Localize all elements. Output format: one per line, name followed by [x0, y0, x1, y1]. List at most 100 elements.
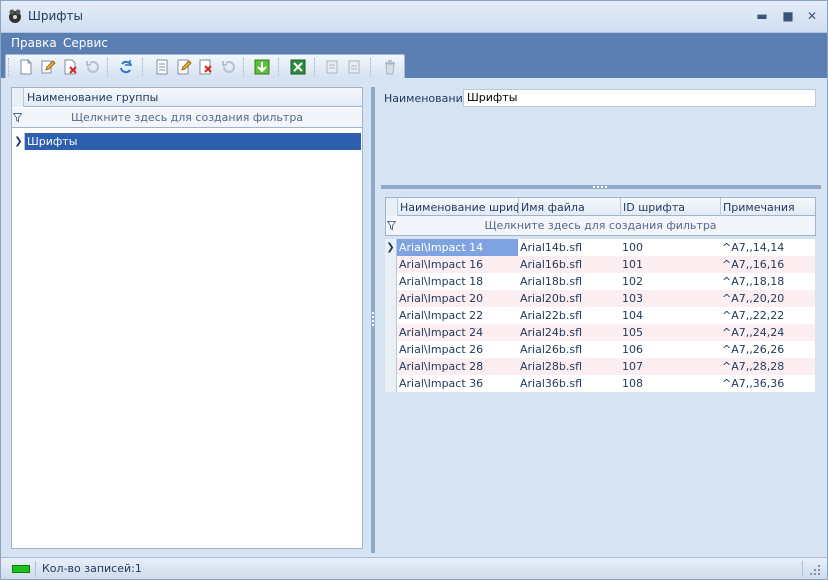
toolbar-separator: [107, 58, 109, 76]
file-name-cell[interactable]: Arial14b.sfl: [518, 239, 620, 256]
name-field[interactable]: Шрифты: [463, 89, 816, 107]
new-detail-icon[interactable]: [154, 59, 170, 75]
font-name-cell[interactable]: Arial\Impact 14: [397, 239, 518, 256]
toolbar: [5, 54, 405, 78]
notes-cell[interactable]: ^A7,,20,20: [720, 290, 814, 307]
minimize-button[interactable]: ▬: [753, 7, 771, 25]
resize-grip-icon[interactable]: [809, 564, 821, 576]
notes-cell[interactable]: ^A7,,22,22: [720, 307, 814, 324]
row-indicator: [385, 256, 397, 273]
toolbar-separator: [142, 58, 144, 76]
filter-hint: Щелкните здесь для создания фильтра: [484, 219, 717, 232]
close-button[interactable]: ✕: [803, 7, 821, 25]
notes-cell[interactable]: ^A7,,24,24: [720, 324, 814, 341]
groups-filter-row[interactable]: Щелкните здесь для создания фильтра: [12, 108, 362, 128]
column-header-group-name[interactable]: Наименование группы: [25, 88, 362, 107]
toolbar-separator: [370, 58, 372, 76]
fonts-grid-header: Наименование шрифта Имя файла ID шрифта …: [385, 197, 816, 217]
file-name-cell[interactable]: Arial24b.sfl: [518, 324, 620, 341]
download-icon[interactable]: [254, 59, 270, 75]
horizontal-splitter[interactable]: [381, 185, 821, 189]
toolbar-separator: [278, 58, 280, 76]
new-icon[interactable]: [18, 59, 34, 75]
undo-detail-icon[interactable]: [220, 59, 236, 75]
font-name-cell[interactable]: Arial\Impact 20: [397, 290, 518, 307]
row-indicator: [385, 358, 397, 375]
edit-icon[interactable]: [40, 59, 56, 75]
menu-edit[interactable]: Правка: [11, 36, 57, 50]
move-up-icon[interactable]: [324, 59, 340, 75]
notes-cell[interactable]: ^A7,,18,18: [720, 273, 814, 290]
status-separator: [802, 561, 803, 577]
menu-bar: Правка Сервис: [1, 33, 827, 53]
status-indicator-icon: [12, 565, 30, 573]
trash-icon[interactable]: [382, 59, 398, 75]
menu-service[interactable]: Сервис: [63, 36, 108, 50]
row-indicator-header: [386, 198, 398, 216]
row-indicator: [385, 375, 397, 392]
font-id-cell[interactable]: 103: [620, 290, 720, 307]
column-header-font-id[interactable]: ID шрифта: [621, 198, 721, 217]
font-name-cell[interactable]: Arial\Impact 24: [397, 324, 518, 341]
font-id-cell[interactable]: 101: [620, 256, 720, 273]
table-row[interactable]: Arial\Impact 28 Arial28b.sfl 107 ^A7,,28,28: [385, 358, 815, 375]
column-header-notes[interactable]: Примечания: [721, 198, 815, 217]
record-count: Кол-во записей:1: [42, 562, 142, 575]
filter-icon: [387, 221, 396, 231]
file-name-cell[interactable]: Arial20b.sfl: [518, 290, 620, 307]
file-name-cell[interactable]: Arial26b.sfl: [518, 341, 620, 358]
row-indicator: [385, 273, 397, 290]
font-name-cell[interactable]: Arial\Impact 28: [397, 358, 518, 375]
column-header-font-name[interactable]: Наименование шрифта: [398, 198, 519, 217]
table-row[interactable]: Arial\Impact 18 Arial18b.sfl 102 ^A7,,18,18: [385, 273, 815, 290]
font-id-cell[interactable]: 108: [620, 375, 720, 392]
notes-cell[interactable]: ^A7,,16,16: [720, 256, 814, 273]
file-name-cell[interactable]: Arial22b.sfl: [518, 307, 620, 324]
delete-detail-icon[interactable]: [198, 59, 214, 75]
font-id-cell[interactable]: 100: [620, 239, 720, 256]
file-name-cell[interactable]: Arial36b.sfl: [518, 375, 620, 392]
column-header-file-name[interactable]: Имя файла: [519, 198, 621, 217]
table-row[interactable]: Arial\Impact 16 Arial16b.sfl 101 ^A7,,16,16: [385, 256, 815, 273]
table-row[interactable]: ❯ Arial\Impact 14 Arial14b.sfl 100 ^A7,,14,1…: [385, 239, 815, 256]
vertical-splitter[interactable]: [371, 87, 375, 553]
font-name-cell[interactable]: Arial\Impact 36: [397, 375, 518, 392]
table-row[interactable]: ❯ Шрифты: [13, 133, 361, 150]
file-name-cell[interactable]: Arial18b.sfl: [518, 273, 620, 290]
file-name-cell[interactable]: Arial28b.sfl: [518, 358, 620, 375]
table-row[interactable]: Arial\Impact 24 Arial24b.sfl 105 ^A7,,24,24: [385, 324, 815, 341]
fonts-filter-row[interactable]: Щелкните здесь для создания фильтра: [385, 216, 816, 236]
maximize-button[interactable]: ■: [779, 7, 797, 25]
table-row[interactable]: Arial\Impact 26 Arial26b.sfl 106 ^A7,,26,26: [385, 341, 815, 358]
font-id-cell[interactable]: 106: [620, 341, 720, 358]
status-separator: [35, 561, 36, 577]
notes-cell[interactable]: ^A7,,28,28: [720, 358, 814, 375]
row-selected-arrow-icon: ❯: [385, 239, 397, 256]
toolbar-separator: [314, 58, 316, 76]
table-row[interactable]: Arial\Impact 36 Arial36b.sfl 108 ^A7,,36,36: [385, 375, 815, 392]
table-row[interactable]: Arial\Impact 22 Arial22b.sfl 104 ^A7,,22,22: [385, 307, 815, 324]
refresh-icon[interactable]: [118, 59, 134, 75]
delete-icon[interactable]: [62, 59, 78, 75]
font-id-cell[interactable]: 104: [620, 307, 720, 324]
notes-cell[interactable]: ^A7,,26,26: [720, 341, 814, 358]
font-name-cell[interactable]: Arial\Impact 16: [397, 256, 518, 273]
font-name-cell[interactable]: Arial\Impact 22: [397, 307, 518, 324]
edit-detail-icon[interactable]: [176, 59, 192, 75]
notes-cell[interactable]: ^A7,,14,14: [720, 239, 814, 256]
font-name-cell[interactable]: Arial\Impact 26: [397, 341, 518, 358]
filter-icon: [13, 113, 22, 123]
font-name-cell[interactable]: Arial\Impact 18: [397, 273, 518, 290]
table-row[interactable]: Arial\Impact 20 Arial20b.sfl 103 ^A7,,20,20: [385, 290, 815, 307]
undo-icon[interactable]: [84, 59, 100, 75]
file-name-cell[interactable]: Arial16b.sfl: [518, 256, 620, 273]
move-down-icon[interactable]: [346, 59, 362, 75]
groups-grid: Наименование группы Щелкните здесь для с…: [11, 87, 363, 549]
groups-grid-header: Наименование группы: [12, 88, 362, 107]
font-id-cell[interactable]: 107: [620, 358, 720, 375]
font-id-cell[interactable]: 102: [620, 273, 720, 290]
toolbar-separator: [243, 58, 245, 76]
notes-cell[interactable]: ^A7,,36,36: [720, 375, 814, 392]
excel-export-icon[interactable]: [290, 59, 306, 75]
font-id-cell[interactable]: 105: [620, 324, 720, 341]
